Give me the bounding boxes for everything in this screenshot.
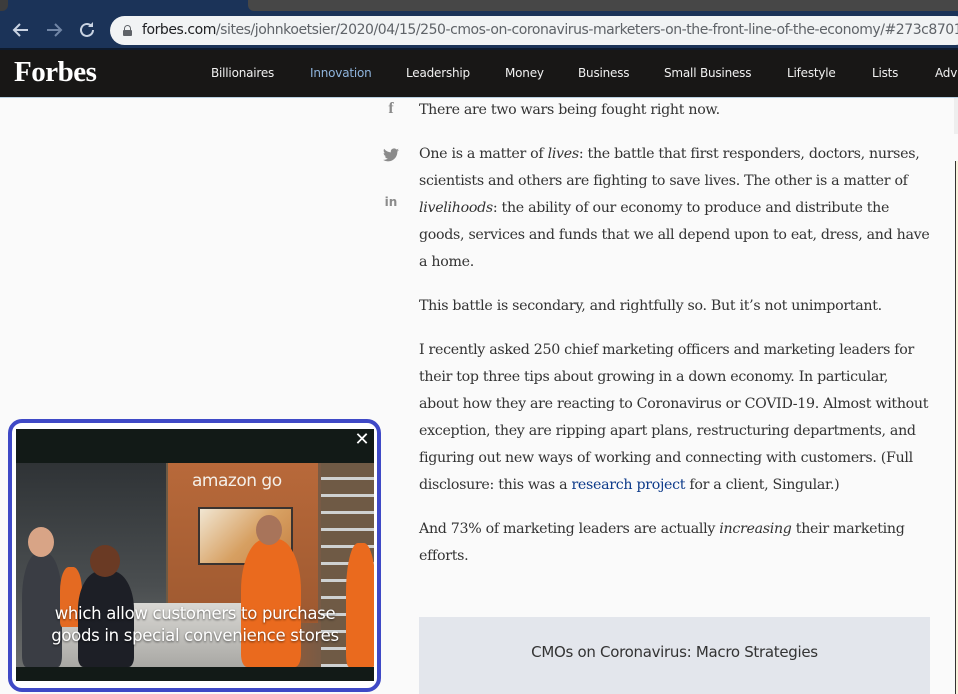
ad-placeholder (954, 98, 958, 134)
text: I recently asked 250 chief marketing off… (419, 342, 929, 493)
site-header: Forbes Billionaires Innovation Leadershi… (0, 50, 958, 98)
forbes-logo[interactable]: Forbes (14, 56, 97, 89)
nav-money[interactable]: Money (505, 50, 544, 97)
nav-billionaires[interactable]: Billionaires (211, 50, 274, 97)
scene-head (28, 527, 54, 557)
research-project-link[interactable]: research project (571, 477, 685, 493)
close-video-button[interactable]: ✕ (354, 431, 370, 449)
embedded-infographic[interactable]: CMOs on Coronavirus: Macro Strategies (419, 617, 930, 694)
lock-icon[interactable] (123, 25, 132, 36)
twitter-share-button[interactable] (380, 148, 402, 167)
nav-leadership[interactable]: Leadership (406, 50, 470, 97)
url-path: /sites/johnkoetsier/2020/04/15/250-cmos-… (215, 22, 958, 38)
caption-line: goods in special convenience stores (51, 626, 339, 645)
back-button[interactable] (9, 18, 33, 42)
browser-tab-strip (0, 0, 958, 14)
scene-head (256, 515, 282, 545)
text: And 73% of marketing leaders are actuall… (419, 521, 720, 537)
amazon-go-sign: amazon go (192, 471, 282, 491)
video-frame[interactable]: ✕ amazon go which allow customers to pur… (16, 429, 374, 681)
browser-tab[interactable] (0, 0, 8, 11)
video-caption: which allow customers to purchase goods … (16, 603, 374, 647)
text: for a client, Singular.) (685, 477, 840, 493)
text: One is a matter of (419, 146, 548, 162)
video-thumbnail[interactable]: amazon go which allow customers to purch… (16, 463, 374, 667)
linkedin-share-icon[interactable]: in (380, 195, 402, 209)
paragraph: I recently asked 250 chief marketing off… (419, 337, 931, 499)
paragraph: There are two wars being fought right no… (419, 102, 720, 118)
paragraph: One is a matter of lives: the battle tha… (419, 141, 931, 276)
caption-line: which allow customers to purchase (54, 604, 336, 623)
paragraph: And 73% of marketing leaders are actuall… (419, 516, 931, 570)
nav-advisor[interactable]: Advi (935, 50, 958, 97)
nav-lifestyle[interactable]: Lifestyle (787, 50, 836, 97)
scene-head (90, 545, 120, 577)
nav-innovation[interactable]: Innovation (310, 50, 372, 97)
twitter-bird-icon (383, 148, 399, 162)
arrow-left-icon (12, 23, 28, 37)
reload-button[interactable] (75, 18, 99, 42)
article-body: There are two wars being fought right no… (419, 97, 931, 587)
arrow-right-icon (47, 23, 63, 37)
nav-lists[interactable]: Lists (872, 50, 898, 97)
text: : the ability of our economy to produce … (419, 200, 930, 270)
emphasis: increasing (719, 521, 792, 537)
url-text[interactable]: forbes.com/sites/johnkoetsier/2020/04/15… (142, 16, 958, 45)
facebook-share-icon[interactable]: f (380, 100, 402, 118)
nav-business[interactable]: Business (578, 50, 630, 97)
reload-icon (80, 22, 94, 37)
paragraph: This battle is secondary, and rightfully… (419, 298, 882, 314)
browser-toolbar: forbes.com/sites/johnkoetsier/2020/04/15… (0, 14, 958, 48)
floating-video-player[interactable]: ✕ amazon go which allow customers to pur… (8, 419, 381, 692)
emphasis: livelihoods (419, 200, 493, 216)
browser-tab[interactable] (248, 0, 958, 11)
nav-small-business[interactable]: Small Business (664, 50, 751, 97)
forward-button[interactable] (42, 18, 66, 42)
embed-title: CMOs on Coronavirus: Macro Strategies (531, 643, 818, 661)
url-host: forbes.com (142, 22, 216, 38)
address-bar[interactable]: forbes.com/sites/johnkoetsier/2020/04/15… (110, 16, 958, 45)
emphasis: lives (547, 146, 580, 162)
